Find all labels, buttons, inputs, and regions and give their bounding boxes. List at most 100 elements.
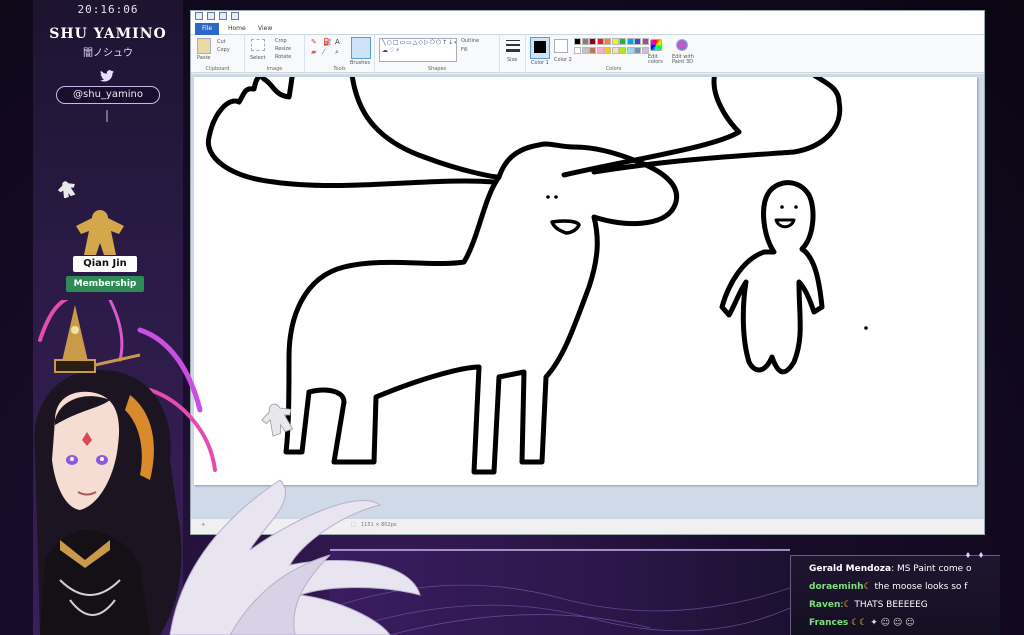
chat-author: doraeminh [809, 582, 864, 592]
moon-emote-icon: ☾☾ [851, 618, 868, 628]
magnifier-icon[interactable]: ⌕ [335, 48, 339, 57]
color2-label: Color 2 [554, 57, 572, 63]
palette-swatch[interactable] [581, 38, 589, 45]
tab-view[interactable]: View [251, 23, 279, 35]
clipboard-group-label: Clipboard [205, 66, 230, 72]
rotate-button[interactable]: Rotate [275, 54, 291, 60]
floating-meeple-icon [261, 403, 294, 437]
meeple-icon [57, 181, 76, 198]
palette-swatch[interactable] [596, 46, 604, 54]
size-group: Size [500, 35, 526, 73]
crop-button[interactable]: Crop [275, 38, 287, 44]
select-button[interactable]: Select [250, 55, 265, 61]
streamer-japanese-name: 闇ノシュウ [83, 48, 133, 59]
chat-message: Frances ☾☾ ✦ ☺ ☺ ☺ [809, 618, 914, 628]
emote-icons: ✦ ☺ ☺ ☺ [870, 618, 915, 628]
undo-icon[interactable] [219, 12, 227, 20]
chat-message: Raven:☾ THATS BEEEEEG [809, 600, 928, 610]
moon-emote-icon: ☾ [843, 600, 852, 610]
fill-icon[interactable]: ⛽ [323, 38, 332, 46]
chat-message: Gerald Mendoza: MS Paint come o [809, 564, 972, 574]
chat-author: Frances [809, 618, 849, 628]
twitter-icon [100, 70, 114, 82]
twitter-handle: @shu_yamino [56, 86, 160, 104]
image-group-label: Image [266, 66, 283, 72]
palette-swatch[interactable] [626, 38, 634, 45]
palette-swatch[interactable] [581, 46, 589, 54]
chat-text: THATS BEEEEEG [851, 600, 928, 610]
paste-icon[interactable] [197, 38, 211, 54]
tools-group: ✎ ⛽ A ▰ ⁄ ⌕ Brushes Tools [305, 35, 375, 73]
paste-button[interactable]: Paste [197, 55, 211, 61]
palette-swatch[interactable] [641, 38, 649, 45]
resize-button[interactable]: Resize [275, 46, 291, 52]
image-group: Select Crop Resize Rotate Image [245, 35, 305, 73]
size-button[interactable]: Size [507, 57, 517, 63]
pencil-icon[interactable]: ✎ [311, 38, 317, 46]
outline-button[interactable]: Outline [461, 38, 479, 44]
chat-text: : MS Paint come o [891, 564, 972, 574]
membership-badge: Membership [66, 276, 144, 292]
copy-button[interactable]: Copy [217, 47, 230, 53]
streamer-name: SHU YAMINO [49, 26, 167, 42]
moose-right-antler [561, 55, 843, 178]
fill-button[interactable]: Fill [461, 47, 468, 53]
avatar-crown [54, 305, 141, 373]
shapes-gallery[interactable]: ╲○□▭▭△◇▷⬠⬡↑↓←→☆✦✧✪⬭☁♡⚡ [379, 38, 457, 62]
palette-swatch[interactable] [604, 38, 611, 45]
palette-swatch[interactable] [574, 46, 581, 54]
stream-overlay: 20:16:06 SHU YAMINO 闇ノシュウ @shu_yamino Qi… [0, 0, 1024, 635]
chat-author: Raven [809, 600, 841, 610]
moon-emote-icon: ☾ [863, 582, 872, 592]
paint-app-icon[interactable] [195, 12, 203, 20]
viewer-name-label: Qian Jin [73, 256, 137, 272]
palette-swatch[interactable] [641, 46, 649, 54]
palette-swatch[interactable] [604, 46, 611, 54]
color1-selector[interactable] [530, 37, 550, 59]
palette-swatch[interactable] [611, 38, 619, 45]
edit-colors-button[interactable]: Edit colors [648, 55, 668, 65]
stray-dot [864, 326, 868, 330]
brushes-icon[interactable] [351, 37, 371, 59]
palette-swatch[interactable] [589, 46, 596, 54]
save-icon[interactable] [207, 12, 215, 20]
palette-swatch[interactable] [634, 38, 641, 45]
viewer-meeple-icon [76, 210, 124, 255]
shapes-group-label: Shapes [427, 66, 447, 72]
chat-text: the moose looks so f [871, 582, 968, 592]
person-face [774, 205, 798, 229]
color-picker-icon[interactable]: ⁄ [323, 48, 324, 56]
avatar-tail [169, 479, 421, 635]
cut-button[interactable]: Cut [217, 39, 226, 45]
ribbon: Paste Cut Copy Clipboard Select Crop Res… [191, 35, 984, 73]
redo-icon[interactable] [231, 12, 239, 20]
vtuber-avatar [34, 300, 421, 635]
chat-overlay: Gerald Mendoza: MS Paint come o doraemin… [790, 552, 1000, 635]
select-icon[interactable] [251, 39, 265, 51]
moon-ornament-icon [103, 110, 111, 130]
moose-left-antler [205, 47, 502, 189]
edit-with-paint3d-button[interactable]: Edit with Paint 3D [672, 55, 700, 65]
color2-selector[interactable] [554, 39, 568, 53]
chat-sparkle-icon [966, 552, 983, 558]
moose-head-details [546, 195, 581, 235]
ribbon-tabs: File Home View [191, 23, 984, 35]
palette-swatch[interactable] [619, 38, 626, 45]
palette-swatch[interactable] [611, 46, 619, 54]
palette-swatch[interactable] [596, 38, 604, 45]
palette-swatch[interactable] [589, 38, 596, 45]
tab-home[interactable]: Home [221, 23, 253, 35]
quick-access-toolbar [191, 11, 984, 23]
palette-swatch[interactable] [634, 46, 641, 54]
shapes-group: ╲○□▭▭△◇▷⬠⬡↑↓←→☆✦✧✪⬭☁♡⚡ Outline Fill Shap… [375, 35, 500, 73]
eraser-icon[interactable]: ▰ [311, 48, 316, 56]
palette-swatch[interactable] [574, 38, 581, 45]
palette-swatch[interactable] [619, 46, 626, 54]
paint3d-icon[interactable] [676, 39, 688, 51]
person-figure [719, 180, 825, 375]
edit-colors-icon[interactable] [650, 39, 662, 51]
tab-file[interactable]: File [195, 23, 220, 35]
palette-swatch[interactable] [626, 46, 634, 54]
tools-group-label: Tools [333, 66, 346, 72]
text-icon[interactable]: A [335, 38, 340, 46]
